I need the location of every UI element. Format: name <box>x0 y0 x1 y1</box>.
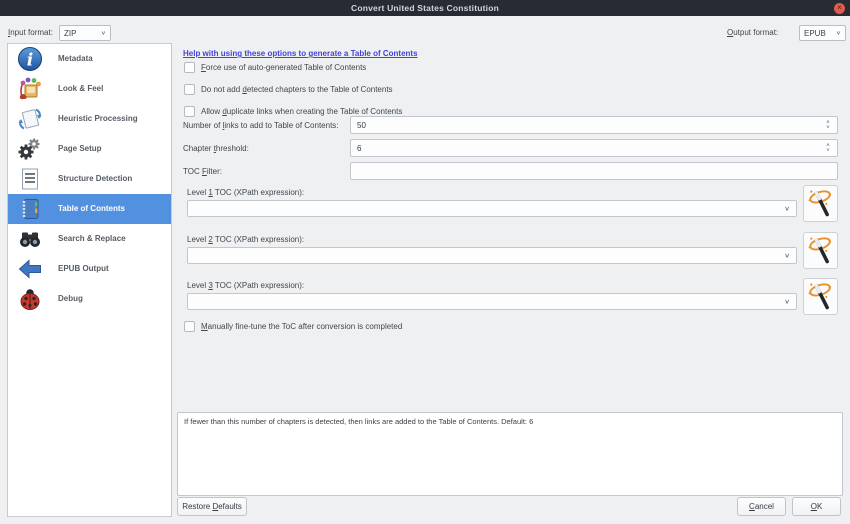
page-setup-icon <box>18 138 40 160</box>
svg-text:i: i <box>27 51 33 71</box>
chevron-down-icon: ∨ <box>784 297 790 306</box>
magic-wand-icon <box>808 190 831 217</box>
chevron-down-icon: ∨ <box>784 204 790 213</box>
manual-fine-tune-row: Manually fine-tune the ToC after convers… <box>184 321 402 332</box>
debug-icon <box>20 289 40 310</box>
level3-toc-combobox[interactable]: ∨ <box>187 293 797 310</box>
number-of-links-label: Number of links to add to Table of Conte… <box>183 121 339 130</box>
sidebar-item-debug[interactable]: Debug <box>8 284 171 314</box>
sidebar-item-table-of-contents[interactable]: Table of Contents <box>8 194 171 224</box>
chapter-threshold-label: Chapter threshold: <box>183 144 249 153</box>
level2-toc-combobox[interactable]: ∨ <box>187 247 797 264</box>
magic-wand-icon <box>808 283 831 310</box>
toc-icon <box>22 199 39 219</box>
sidebar-item-search-and-replace[interactable]: Search & Replace <box>8 224 171 254</box>
spinner-arrows-icon[interactable]: ∧ ∨ <box>822 141 834 155</box>
chevron-down-icon: ∨ <box>784 251 790 260</box>
allow-duplicate-links-label: Allow duplicate links when creating the … <box>201 107 403 116</box>
dialog-title: Convert United States Constitution <box>351 3 499 13</box>
sidebar-item-look-and-feel[interactable]: Look & Feel <box>8 74 171 104</box>
level3-toc-label: Level 3 TOC (XPath expression): <box>187 281 305 290</box>
chapter-threshold-stepper[interactable]: 6 ∧ ∨ <box>350 139 838 157</box>
output-format-value: EPUB <box>804 28 826 38</box>
sidebar-item-page-setup[interactable]: Page Setup <box>8 134 171 164</box>
no-detected-chapters-row: Do not add detected chapters to the Tabl… <box>184 84 393 95</box>
look-feel-icon <box>19 77 41 100</box>
title-bar: Convert United States Constitution × <box>0 0 850 16</box>
heuristic-processing-icon <box>18 108 42 130</box>
level2-xpath-wizard-button[interactable] <box>803 232 838 269</box>
epub-output-icon <box>18 259 41 279</box>
sidebar-item-structure-detection[interactable]: Structure Detection <box>8 164 171 194</box>
category-sidebar: i Metadata Look & Feel Heuristic Process… <box>7 43 172 517</box>
chevron-down-icon: ∨ <box>100 30 106 37</box>
force-auto-toc-checkbox[interactable] <box>184 62 195 73</box>
structure-detection-icon <box>22 168 38 190</box>
level1-xpath-wizard-button[interactable] <box>803 185 838 222</box>
toc-help-link[interactable]: Help with using these options to generat… <box>183 49 418 58</box>
sidebar-item-epub-output[interactable]: EPUB Output <box>8 254 171 284</box>
sidebar-item-metadata[interactable]: i Metadata <box>8 44 171 74</box>
toc-filter-label: TOC Filter: <box>183 167 222 176</box>
info-icon: i <box>18 47 42 71</box>
no-detected-chapters-label: Do not add detected chapters to the Tabl… <box>201 85 393 94</box>
level1-toc-label: Level 1 TOC (XPath expression): <box>187 188 305 197</box>
number-of-links-stepper[interactable]: 50 ∧ ∨ <box>350 116 838 134</box>
context-help-box: If fewer than this number of chapters is… <box>177 412 843 496</box>
output-format-label: Output format: <box>727 28 779 37</box>
restore-defaults-button[interactable]: Restore Defaults <box>177 497 247 516</box>
toc-filter-input[interactable] <box>350 162 838 180</box>
level3-xpath-wizard-button[interactable] <box>803 278 838 315</box>
input-format-select[interactable]: ZIP ∨ <box>59 25 111 41</box>
level2-toc-label: Level 2 TOC (XPath expression): <box>187 235 305 244</box>
level1-toc-combobox[interactable]: ∨ <box>187 200 797 217</box>
magic-wand-icon <box>808 237 831 264</box>
force-auto-toc-row: Force use of auto-generated Table of Con… <box>184 62 366 73</box>
sidebar-item-heuristic-processing[interactable]: Heuristic Processing <box>8 104 171 134</box>
allow-duplicate-links-checkbox[interactable] <box>184 106 195 117</box>
manual-fine-tune-label: Manually fine-tune the ToC after convers… <box>201 322 403 331</box>
search-replace-icon <box>20 232 40 247</box>
input-format-label: Input format: <box>8 28 53 37</box>
spinner-arrows-icon[interactable]: ∧ ∨ <box>822 118 834 132</box>
ok-button[interactable]: OK <box>792 497 841 516</box>
chevron-down-icon: ∨ <box>835 30 841 37</box>
cancel-button[interactable]: Cancel <box>737 497 786 516</box>
no-detected-chapters-checkbox[interactable] <box>184 84 195 95</box>
output-format-select[interactable]: EPUB ∨ <box>799 25 846 41</box>
input-format-value: ZIP <box>64 28 77 38</box>
manual-fine-tune-checkbox[interactable] <box>184 321 195 332</box>
force-auto-toc-label: Force use of auto-generated Table of Con… <box>201 63 367 72</box>
close-icon[interactable]: × <box>834 2 845 14</box>
